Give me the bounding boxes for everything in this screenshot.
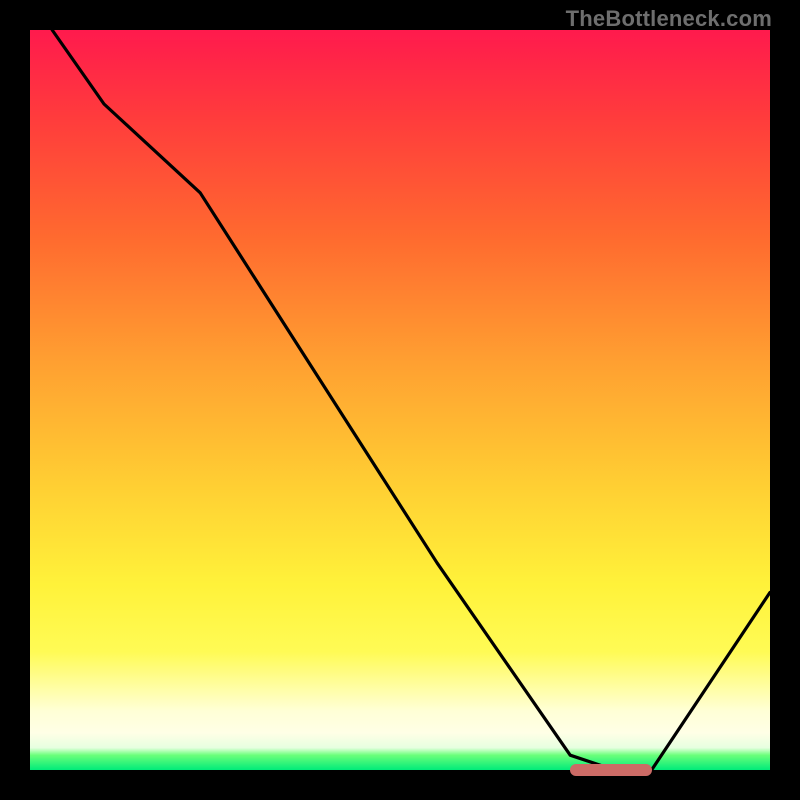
plot-area [30,30,770,770]
watermark-text: TheBottleneck.com [566,6,772,32]
chart-container: TheBottleneck.com [0,0,800,800]
curve-path [52,30,770,770]
bottleneck-curve [30,30,770,770]
optimal-range-marker [570,764,651,776]
